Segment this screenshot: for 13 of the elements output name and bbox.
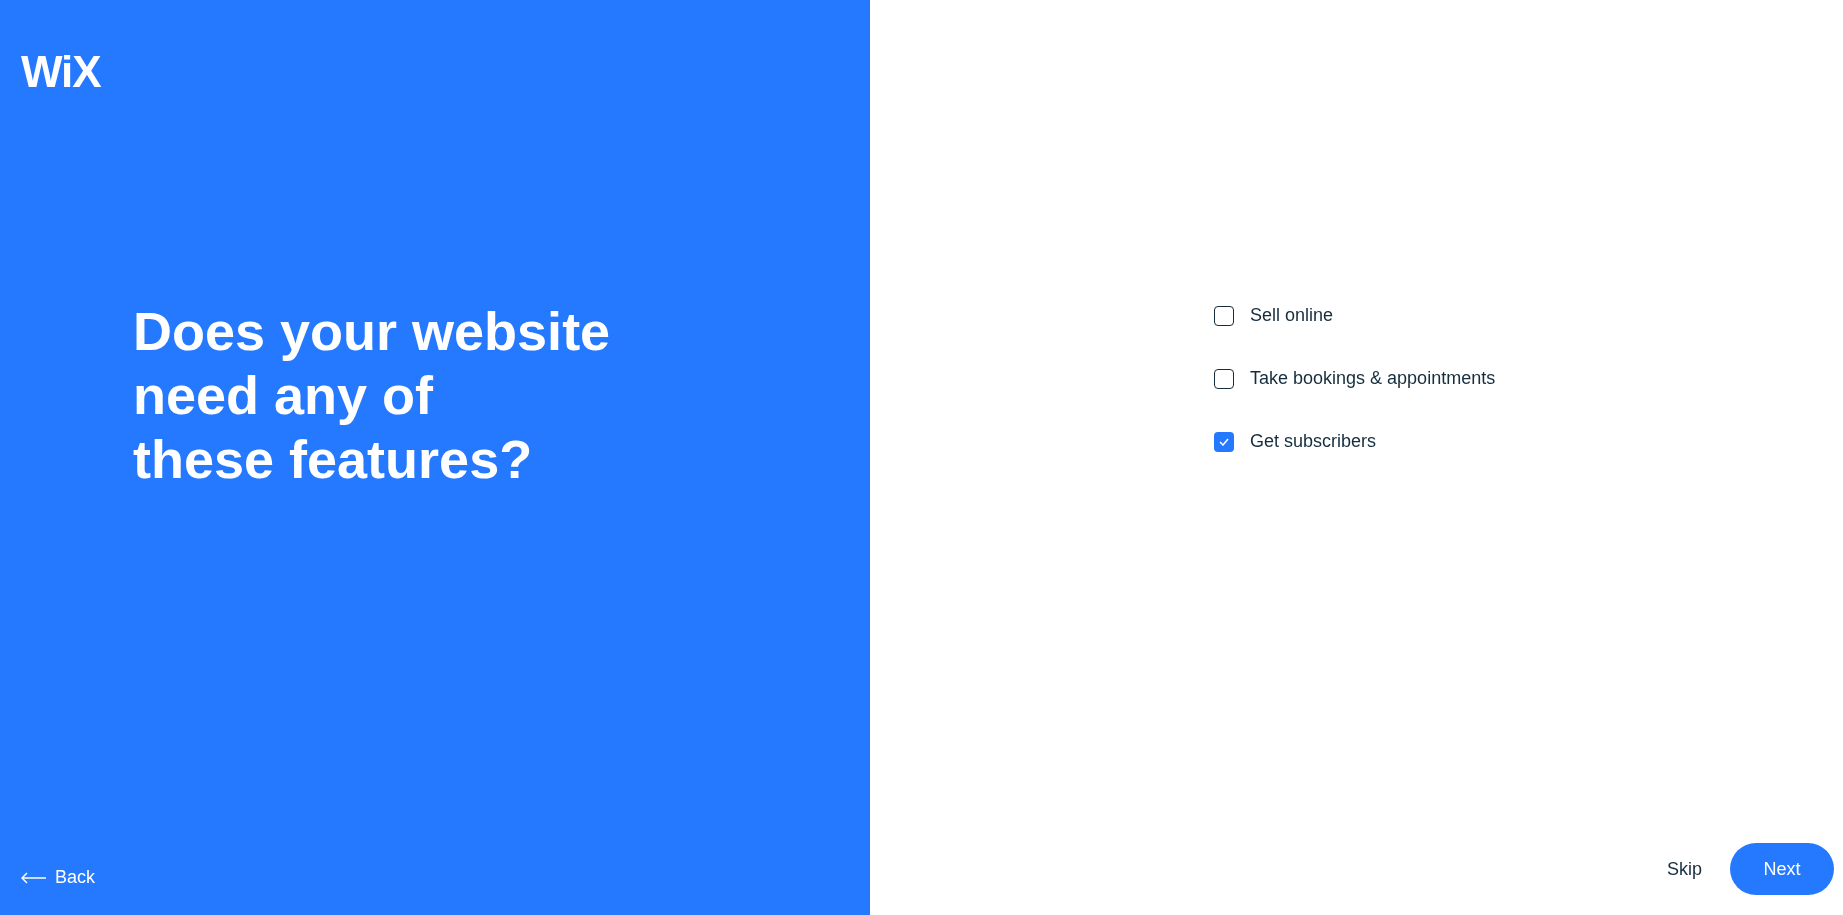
check-icon [1219, 437, 1229, 446]
skip-button[interactable]: Skip [1667, 855, 1702, 883]
logo: WiX [21, 47, 101, 96]
feature-checkbox[interactable]: Get subscribers [1214, 428, 1843, 455]
back-button[interactable]: Back [21, 864, 96, 891]
checkbox[interactable] [1214, 431, 1234, 452]
next-button[interactable]: Next [1730, 843, 1834, 895]
feature-checkbox[interactable]: Take bookings & appointments [1214, 365, 1843, 392]
heading: Does your website need any of these features? [133, 300, 612, 491]
checkbox[interactable] [1214, 368, 1234, 389]
feature-checkbox[interactable]: Sell online [1214, 302, 1843, 329]
arrow-left-icon [21, 871, 47, 884]
checkbox[interactable] [1214, 305, 1234, 326]
